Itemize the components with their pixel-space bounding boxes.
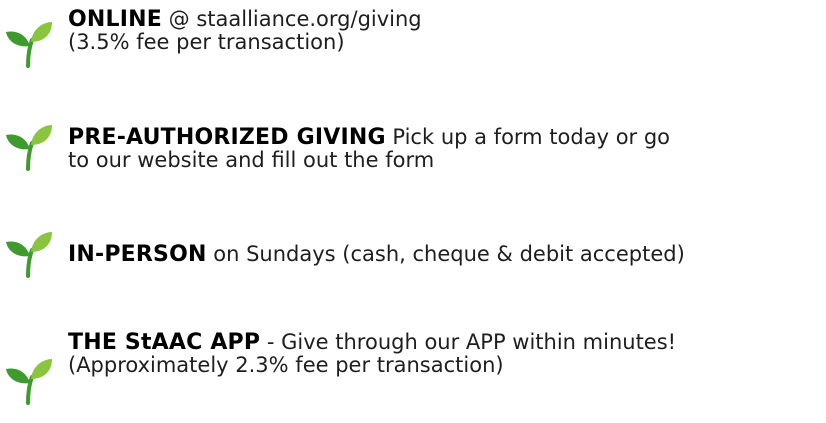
option-heading: THE StAAC APP bbox=[68, 330, 261, 355]
option-description: on Sundays (cash, cheque & debit accepte… bbox=[206, 242, 685, 266]
sprout-icon bbox=[6, 125, 52, 171]
sprout-icon bbox=[6, 232, 52, 278]
option-description: - Give through our APP within minutes! bbox=[260, 330, 677, 354]
option-heading: ONLINE bbox=[68, 7, 162, 32]
option-fee-note: (Approximately 2.3% fee per transaction) bbox=[68, 353, 504, 377]
option-heading: IN-PERSON bbox=[68, 242, 207, 267]
sprout-icon bbox=[6, 22, 52, 68]
sprout-icon bbox=[6, 359, 52, 405]
option-heading: PRE-AUTHORIZED GIVING bbox=[68, 125, 386, 150]
option-description: Pick up a form today or go bbox=[385, 125, 671, 149]
option-description-continued: to our website and fill out the form bbox=[68, 148, 435, 172]
option-fee-note: (3.5% fee per transaction) bbox=[68, 30, 345, 54]
option-description: @ staalliance.org/giving bbox=[161, 7, 422, 31]
